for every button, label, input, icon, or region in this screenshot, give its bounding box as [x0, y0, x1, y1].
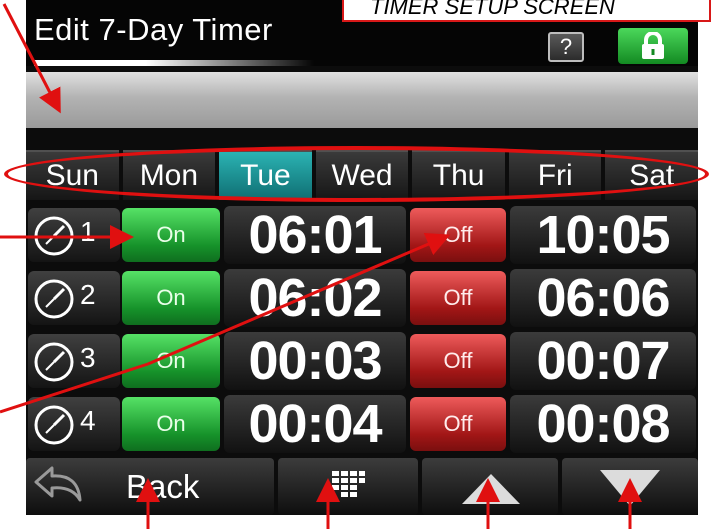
- off-time-value[interactable]: 06:06: [510, 269, 696, 327]
- title-underline: [34, 60, 314, 66]
- clock-icon: [34, 216, 74, 256]
- off-toggle-button[interactable]: Off: [410, 334, 506, 388]
- bottom-toolbar: Back: [26, 458, 698, 515]
- help-icon: ?: [559, 34, 573, 59]
- timer-number: 3: [80, 342, 96, 373]
- message-bar: [26, 72, 698, 128]
- clock-icon: [34, 342, 74, 382]
- clock-icon: [34, 279, 74, 319]
- off-toggle-button[interactable]: Off: [410, 208, 506, 262]
- off-time-value[interactable]: 00:07: [510, 332, 696, 390]
- timer-number: 4: [80, 405, 96, 436]
- timer-number-label: 2: [28, 271, 120, 325]
- timer-number: 1: [80, 216, 96, 247]
- annotation-caption-text: TIMER SETUP SCREEN: [370, 0, 615, 19]
- timer-screen: Edit 7-Day Timer ? Sun Mon Tue Wed Thu Fri Sat…: [26, 0, 698, 515]
- keypad-button[interactable]: [278, 458, 418, 515]
- back-button[interactable]: Back: [26, 458, 274, 515]
- up-arrow-icon: [462, 474, 520, 504]
- help-button[interactable]: ?: [548, 32, 584, 62]
- timer-number-label: 1: [28, 208, 120, 262]
- lock-icon: [642, 32, 664, 59]
- annotation-ellipse: [4, 146, 709, 202]
- timer-number: 2: [80, 279, 96, 310]
- on-toggle-button[interactable]: On: [122, 208, 220, 262]
- off-time-value[interactable]: 00:08: [510, 395, 696, 453]
- timer-number-label: 4: [28, 397, 120, 451]
- off-time-value[interactable]: 10:05: [510, 206, 696, 264]
- on-toggle-button[interactable]: On: [122, 397, 220, 451]
- off-toggle-button[interactable]: Off: [410, 271, 506, 325]
- timer-number-label: 3: [28, 334, 120, 388]
- timer-row: 1 On 06:01 Off 10:05: [26, 206, 698, 264]
- down-arrow-icon: [600, 470, 660, 506]
- keypad-icon: [332, 471, 365, 497]
- timer-row: 2 On 06:02 Off 06:06: [26, 269, 698, 327]
- off-toggle-button[interactable]: Off: [410, 397, 506, 451]
- scroll-down-button[interactable]: [562, 458, 698, 515]
- back-button-label: Back: [126, 468, 200, 505]
- scroll-up-button[interactable]: [422, 458, 558, 515]
- page-title: Edit 7-Day Timer: [34, 12, 273, 47]
- on-time-value[interactable]: 06:01: [224, 206, 406, 264]
- lock-button[interactable]: [618, 28, 688, 64]
- on-time-value[interactable]: 00:03: [224, 332, 406, 390]
- timer-row: 3 On 00:03 Off 00:07: [26, 332, 698, 390]
- clock-icon: [34, 405, 74, 445]
- annotation-caption: TIMER SETUP SCREEN: [342, 0, 711, 22]
- on-time-value[interactable]: 00:04: [224, 395, 406, 453]
- on-time-value[interactable]: 06:02: [224, 269, 406, 327]
- on-toggle-button[interactable]: On: [122, 334, 220, 388]
- on-toggle-button[interactable]: On: [122, 271, 220, 325]
- back-arrow-icon: [34, 466, 82, 502]
- timer-row: 4 On 00:04 Off 00:08: [26, 395, 698, 453]
